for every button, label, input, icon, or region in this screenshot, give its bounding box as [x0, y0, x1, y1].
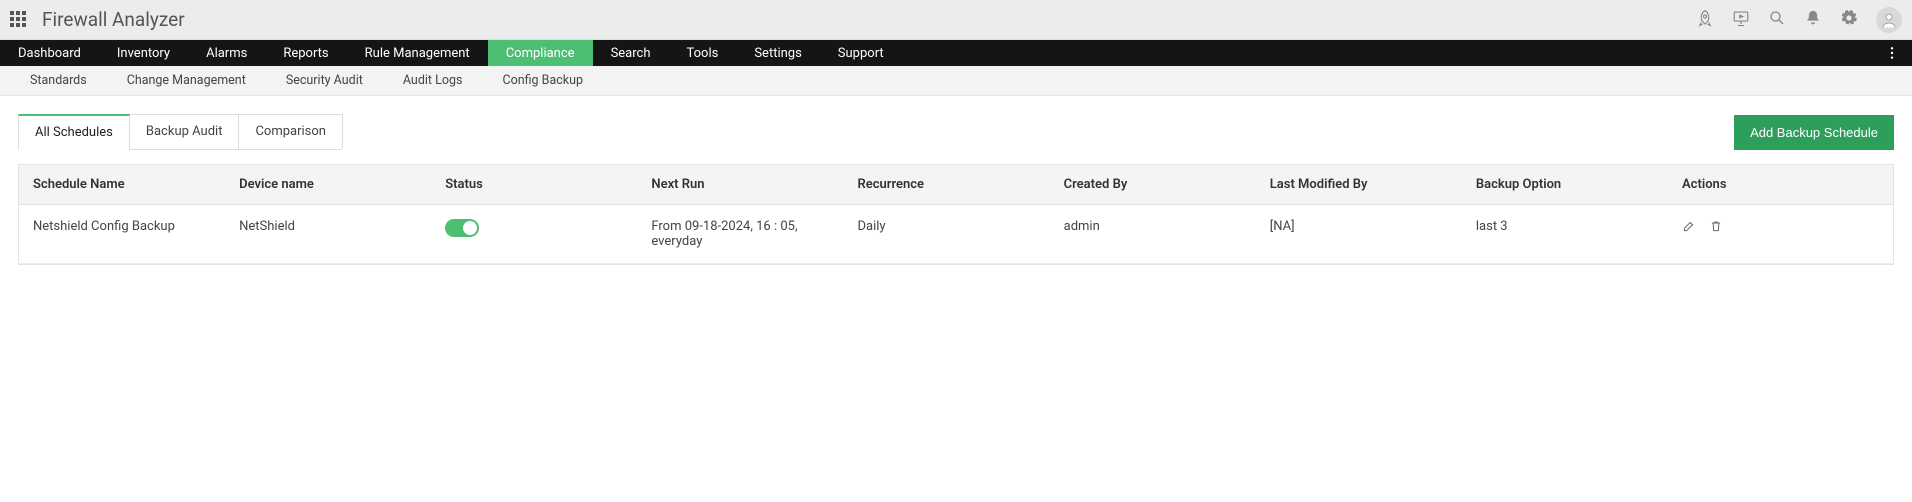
th-recurrence: Recurrence: [844, 165, 1050, 205]
cell-actions: [1668, 205, 1893, 264]
th-next-run: Next Run: [637, 165, 843, 205]
cell-backup-option: last 3: [1462, 205, 1668, 264]
cell-last-modified-by: [NA]: [1256, 205, 1462, 264]
delete-icon[interactable]: [1709, 222, 1733, 237]
subnav-standards[interactable]: Standards: [10, 66, 107, 95]
nav-rule-management[interactable]: Rule Management: [347, 40, 488, 66]
rocket-icon[interactable]: [1696, 9, 1714, 31]
tab-all-schedules[interactable]: All Schedules: [18, 114, 130, 149]
th-status: Status: [431, 165, 637, 205]
th-created-by: Created By: [1050, 165, 1256, 205]
nav-reports[interactable]: Reports: [265, 40, 346, 66]
nav-compliance[interactable]: Compliance: [488, 40, 593, 66]
tab-backup-audit[interactable]: Backup Audit: [129, 114, 240, 149]
cell-device-name: NetShield: [225, 205, 431, 264]
cell-schedule-name: Netshield Config Backup: [19, 205, 225, 264]
top-header: Firewall Analyzer: [0, 0, 1912, 40]
tabs: All Schedules Backup Audit Comparison: [18, 114, 342, 150]
top-right-toolbar: [1696, 7, 1902, 33]
user-avatar[interactable]: [1876, 7, 1902, 33]
table-row: Netshield Config Backup NetShield From 0…: [19, 205, 1893, 264]
edit-icon[interactable]: [1682, 222, 1709, 237]
nav-dashboard[interactable]: Dashboard: [0, 40, 99, 66]
sub-nav: Standards Change Management Security Aud…: [0, 66, 1912, 96]
cell-recurrence: Daily: [844, 205, 1050, 264]
cell-created-by: admin: [1050, 205, 1256, 264]
presentation-icon[interactable]: [1732, 9, 1750, 31]
th-last-modified-by: Last Modified By: [1256, 165, 1462, 205]
nav-settings[interactable]: Settings: [736, 40, 819, 66]
status-toggle[interactable]: [445, 219, 479, 237]
app-title: Firewall Analyzer: [42, 8, 185, 31]
nav-alarms[interactable]: Alarms: [188, 40, 265, 66]
add-backup-schedule-button[interactable]: Add Backup Schedule: [1734, 115, 1894, 150]
nav-search[interactable]: Search: [593, 40, 669, 66]
th-schedule-name: Schedule Name: [19, 165, 225, 205]
apps-grid-icon[interactable]: [10, 11, 28, 29]
bell-icon[interactable]: [1804, 9, 1822, 31]
cell-status: [431, 205, 637, 264]
schedules-table: Schedule Name Device name Status Next Ru…: [18, 164, 1894, 265]
th-actions: Actions: [1668, 165, 1893, 205]
nav-more-icon[interactable]: [1872, 40, 1912, 66]
subnav-audit-logs[interactable]: Audit Logs: [383, 66, 483, 95]
main-nav: Dashboard Inventory Alarms Reports Rule …: [0, 40, 1912, 66]
subnav-config-backup[interactable]: Config Backup: [482, 66, 603, 95]
nav-support[interactable]: Support: [820, 40, 902, 66]
th-backup-option: Backup Option: [1462, 165, 1668, 205]
subnav-security-audit[interactable]: Security Audit: [266, 66, 383, 95]
content-area: All Schedules Backup Audit Comparison Ad…: [0, 96, 1912, 283]
nav-tools[interactable]: Tools: [669, 40, 737, 66]
tab-comparison[interactable]: Comparison: [238, 114, 343, 149]
subnav-change-management[interactable]: Change Management: [107, 66, 266, 95]
nav-inventory[interactable]: Inventory: [99, 40, 188, 66]
search-icon[interactable]: [1768, 9, 1786, 31]
table-header-row: Schedule Name Device name Status Next Ru…: [19, 165, 1893, 205]
th-device-name: Device name: [225, 165, 431, 205]
tabs-row: All Schedules Backup Audit Comparison Ad…: [18, 114, 1894, 150]
gear-icon[interactable]: [1840, 9, 1858, 31]
cell-next-run: From 09-18-2024, 16 : 05, everyday: [637, 205, 843, 264]
